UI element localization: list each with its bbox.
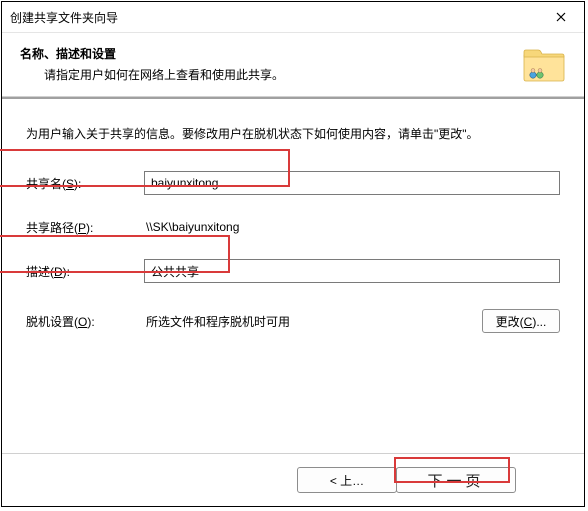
label-offline: 脱机设置(O): (26, 313, 144, 330)
label-share-path: 共享路径(P): (26, 219, 144, 236)
wizard-footer: < 上… 下一页 (2, 453, 584, 506)
close-icon (556, 10, 566, 25)
shared-folder-icon (522, 45, 566, 86)
next-button[interactable]: 下一页 (396, 467, 516, 493)
wizard-header: 名称、描述和设置 请指定用户如何在网络上查看和使用此共享。 (2, 33, 584, 97)
back-button[interactable]: < 上… (297, 467, 397, 493)
header-heading: 名称、描述和设置 (20, 45, 284, 62)
field-share-path: \\SK\baiyunxitong (144, 216, 560, 238)
share-path-value: \\SK\baiyunxitong (144, 216, 560, 238)
description-input[interactable] (144, 259, 560, 283)
row-share-name: 共享名(S): (26, 170, 560, 196)
row-offline: 脱机设置(O): 所选文件和程序脱机时可用 更改(C)... (26, 308, 560, 334)
offline-value: 所选文件和程序脱机时可用 (144, 309, 482, 334)
row-share-path: 共享路径(P): \\SK\baiyunxitong (26, 214, 560, 240)
label-share-name: 共享名(S): (26, 175, 144, 192)
wizard-window: 创建共享文件夹向导 名称、描述和设置 请指定用户如何在网络上查看和使用此共享。 (1, 1, 585, 507)
window-title: 创建共享文件夹向导 (10, 9, 118, 26)
field-offline: 所选文件和程序脱机时可用 更改(C)... (144, 309, 560, 334)
wizard-body: 为用户输入关于共享的信息。要修改用户在脱机状态下如何使用内容，请单击"更改"。 … (2, 99, 584, 453)
change-button[interactable]: 更改(C)... (482, 309, 560, 333)
field-description (144, 259, 560, 283)
titlebar: 创建共享文件夹向导 (2, 2, 584, 33)
field-share-name (144, 171, 560, 195)
intro-text: 为用户输入关于共享的信息。要修改用户在脱机状态下如何使用内容，请单击"更改"。 (26, 125, 560, 142)
header-subtext: 请指定用户如何在网络上查看和使用此共享。 (20, 66, 284, 83)
row-description: 描述(D): (26, 258, 560, 284)
close-button[interactable] (538, 2, 584, 32)
label-description: 描述(D): (26, 263, 144, 280)
share-name-input[interactable] (144, 171, 560, 195)
